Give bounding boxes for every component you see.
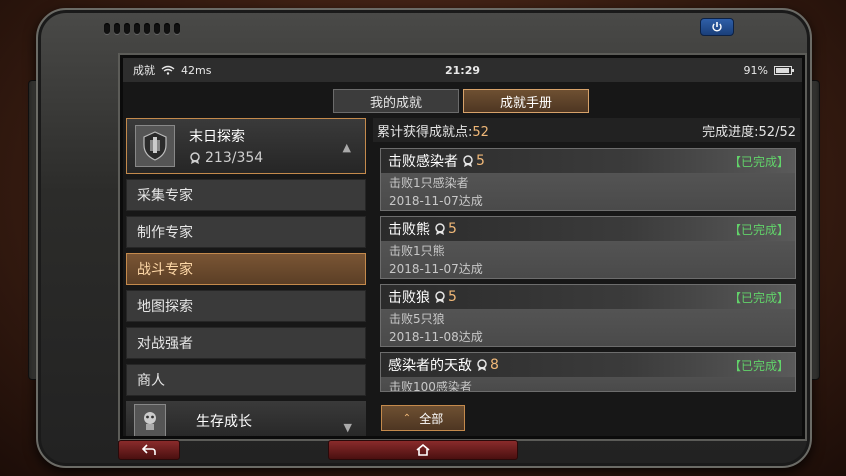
filter-label: 全部 [419,411,444,426]
achievement-desc: 击败1只熊 [389,244,445,258]
power-button[interactable] [700,18,734,36]
category-panel: 末日探索 213/354 ▲ 采集专家 制作专家 战斗专家 地图探索 对战强者 … [126,118,366,436]
home-icon [416,444,430,456]
achievement-desc: 击败5只狼 [389,312,445,326]
achievement-points: 5 [448,221,457,237]
achievement-card[interactable]: 击败感染者 5 【已完成】 击败1只感染者 2018-11-07达成 [380,148,796,211]
medal-icon [435,222,445,235]
progress-value: 52/52 [758,124,796,140]
carrier-label: 成就 [133,64,155,77]
speaker-grill [104,23,180,34]
wifi-icon [161,65,175,75]
category-footer[interactable]: 生存成长 ▼ [126,401,366,436]
back-arrow-icon [142,444,156,455]
category-badge-icon [135,125,175,167]
progress-label: 完成进度: [702,124,759,140]
menu-item-pvp[interactable]: 对战强者 [126,327,366,359]
category-title: 末日探索 [189,129,245,145]
chevron-up-icon: ⌃ [402,412,412,424]
medal-icon [435,290,445,303]
device-frame: 成就 42ms 21:29 91% 我的成就 成就手册 末日探索 213/354… [36,8,812,468]
survival-badge-icon [134,404,166,436]
power-icon [712,22,722,32]
achievement-date: 2018-11-08达成 [389,330,483,344]
achievement-card[interactable]: 击败狼 5 【已完成】 击败5只狼 2018-11-08达成 [380,284,796,347]
achievement-title: 击败感染者 [388,154,458,170]
points-value: 52 [472,124,489,140]
menu-item-combat[interactable]: 战斗专家 [126,253,366,285]
screen: 成就 42ms 21:29 91% 我的成就 成就手册 末日探索 213/354… [118,53,807,441]
clock: 21:29 [444,63,481,77]
achievement-points: 5 [448,289,457,305]
menu-item-merchant[interactable]: 商人 [126,364,366,396]
achievement-panel: 累计获得成就点:52 完成进度:52/52 击败感染者 5 【已完成】 击败1只… [373,118,800,436]
footer-category-title: 生存成长 [196,414,252,430]
achievement-title: 击败熊 [388,222,430,238]
achievement-title: 感染者的天敌 [388,358,472,374]
menu-item-map-exploration[interactable]: 地图探索 [126,290,366,322]
category-count: 213/354 [205,150,264,166]
achievement-list: 击败感染者 5 【已完成】 击败1只感染者 2018-11-07达成 击败熊 5… [373,148,800,392]
tab-achievement-handbook[interactable]: 成就手册 [463,89,589,113]
chevron-down-icon: ▼ [343,421,352,434]
home-button[interactable] [328,440,518,460]
status-bar: 成就 42ms 21:29 91% [123,58,802,82]
achievement-card[interactable]: 击败熊 5 【已完成】 击败1只熊 2018-11-07达成 [380,216,796,279]
tab-my-achievements[interactable]: 我的成就 [333,89,459,113]
achievement-date: 2018-11-07达成 [389,262,483,276]
achievement-desc: 击败1只感染者 [389,176,469,190]
achievement-desc: 击败100感染者 [389,380,472,392]
filter-all-button[interactable]: ⌃ 全部 [381,405,465,431]
medal-icon [477,358,487,371]
achievement-status: 【已完成】 [728,359,789,373]
achievement-points: 5 [476,153,485,169]
category-header[interactable]: 末日探索 213/354 ▲ [126,118,366,174]
ping-label: 42ms [181,63,212,77]
chevron-up-icon: ▲ [342,141,351,154]
achievement-card[interactable]: 感染者的天敌 8 【已完成】 击败100感染者 [380,352,796,392]
achievement-date: 2018-11-07达成 [389,194,483,208]
tab-bar: 我的成就 成就手册 [333,89,589,113]
menu-item-crafting[interactable]: 制作专家 [126,216,366,248]
achievement-status: 【已完成】 [728,291,789,305]
back-button[interactable] [118,440,180,460]
medal-icon [463,154,473,167]
battery-percent: 91% [743,63,768,77]
menu-item-gathering[interactable]: 采集专家 [126,179,366,211]
summary-bar: 累计获得成就点:52 完成进度:52/52 [373,118,800,142]
achievement-title: 击败狼 [388,290,430,306]
achievement-status: 【已完成】 [728,155,789,169]
medal-icon [190,151,200,164]
achievement-points: 8 [490,357,499,373]
points-label: 累计获得成就点: [377,124,473,140]
achievement-status: 【已完成】 [728,223,789,237]
battery-icon [774,65,794,75]
